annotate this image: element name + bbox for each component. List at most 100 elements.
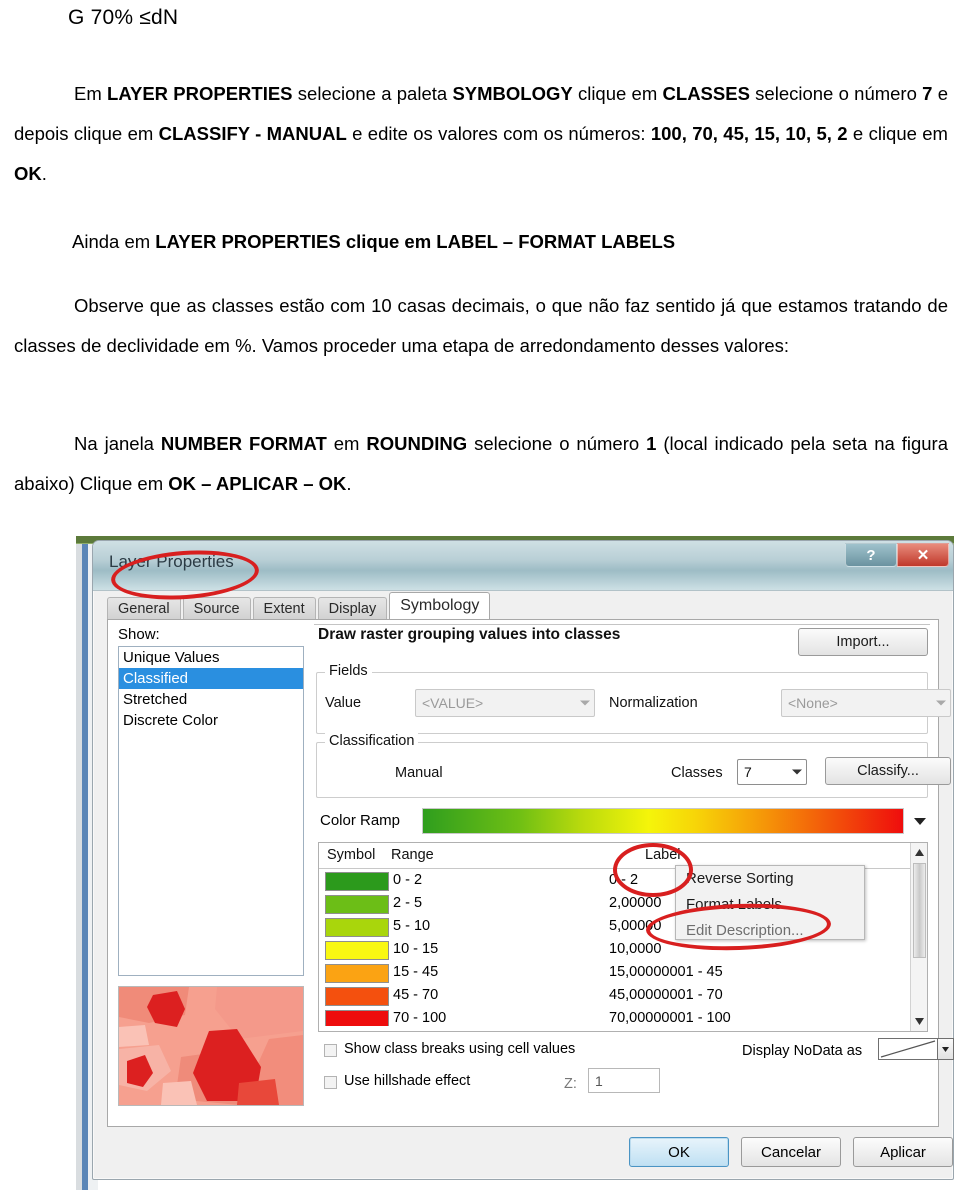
chevron-down-icon[interactable] — [914, 818, 926, 825]
value-combo[interactable]: <VALUE> — [415, 689, 595, 717]
z-field[interactable]: 1 — [588, 1068, 660, 1093]
menu-item-edit-description[interactable]: Edit Description... — [676, 918, 864, 944]
class-swatch[interactable] — [325, 941, 389, 960]
nodata-dropdown-arrow[interactable] — [938, 1038, 954, 1060]
class-swatch[interactable] — [325, 987, 389, 1006]
text-run-bold: LAYER PROPERTIES — [107, 83, 293, 104]
close-icon[interactable]: ✕ — [897, 543, 949, 567]
table-row[interactable]: 15 - 45 15,00000001 - 45 — [319, 962, 927, 985]
class-range: 0 - 2 — [393, 872, 423, 888]
tab-display[interactable]: Display — [317, 597, 388, 619]
raster-preview-svg — [119, 987, 303, 1105]
classes-label: Classes — [671, 765, 723, 781]
text-run-bold: NUMBER FORMAT — [160, 433, 327, 454]
text-run: selecione o número — [467, 433, 647, 454]
nodata-swatch[interactable] — [878, 1038, 938, 1060]
show-item-unique-values[interactable]: Unique Values — [119, 647, 303, 668]
ok-button[interactable]: OK — [629, 1137, 729, 1167]
z-label: Z: — [564, 1076, 577, 1092]
classification-method: Manual — [395, 765, 443, 781]
text-run: Ainda em — [72, 231, 156, 252]
color-ramp-preview[interactable] — [422, 808, 904, 834]
dialog-titlebar[interactable]: Layer Properties ? ✕ — [93, 541, 953, 591]
menu-item-reverse-sorting[interactable]: Reverse Sorting — [676, 866, 864, 892]
show-class-breaks-checkbox[interactable] — [324, 1044, 337, 1057]
normalization-label: Normalization — [609, 695, 698, 711]
text-run-bold: 7 — [922, 83, 933, 104]
class-range: 45 - 70 — [393, 987, 439, 1003]
text-run-bold: OK — [14, 163, 42, 184]
fields-group: Fields Value <VALUE> Normalization <None… — [316, 663, 951, 734]
tab-symbology[interactable]: Symbology — [389, 592, 491, 619]
window-buttons: ? ✕ — [845, 543, 949, 567]
class-label: 5,00000 — [609, 918, 662, 934]
show-item-classified[interactable]: Classified — [119, 668, 303, 689]
class-swatch[interactable] — [325, 1010, 389, 1026]
import-button[interactable]: Import... — [798, 628, 928, 656]
text-run-bold: CLASSIFY - MANUAL — [158, 123, 347, 144]
paragraph-2: Ainda em LAYER PROPERTIES clique em LABE… — [72, 222, 952, 262]
chevron-down-icon — [792, 769, 802, 775]
table-scrollbar[interactable] — [910, 843, 927, 1031]
paragraph-4: Na janela NUMBER FORMAT em ROUNDING sele… — [14, 424, 948, 504]
tab-general[interactable]: General — [107, 597, 181, 619]
text-run: selecione o número — [749, 83, 923, 104]
group-header: Draw raster grouping values into classes — [318, 626, 621, 643]
class-range: 15 - 45 — [393, 964, 439, 980]
show-list[interactable]: Unique Values Classified Stretched Discr… — [118, 646, 304, 976]
column-header-label[interactable]: Label — [645, 847, 680, 863]
menu-item-format-labels[interactable]: Format Labels... — [676, 892, 864, 918]
class-label: 15,00000001 - 45 — [609, 964, 723, 980]
show-item-discrete-color[interactable]: Discrete Color — [119, 710, 303, 731]
use-hillshade-checkbox[interactable] — [324, 1076, 337, 1089]
tab-source[interactable]: Source — [182, 597, 251, 619]
text-run: clique em — [572, 83, 663, 104]
class-swatch[interactable] — [325, 964, 389, 983]
color-ramp-label: Color Ramp — [320, 812, 401, 829]
cancel-button[interactable]: Cancelar — [741, 1137, 841, 1167]
class-label: 45,00000001 - 70 — [609, 987, 723, 1003]
text-run: . — [346, 473, 352, 494]
apply-button[interactable]: Aplicar — [853, 1137, 953, 1167]
text-run: e edite os valores com os números: — [346, 123, 651, 144]
scroll-up-icon[interactable] — [913, 846, 926, 859]
column-header-symbol[interactable]: Symbol — [327, 847, 375, 863]
show-item-stretched[interactable]: Stretched — [119, 689, 303, 710]
layer-properties-dialog: Layer Properties ? ✕ General Source Exte… — [92, 540, 954, 1180]
scroll-down-icon[interactable] — [913, 1015, 926, 1028]
column-header-range[interactable]: Range — [391, 847, 434, 863]
value-label: Value — [325, 695, 362, 711]
help-icon[interactable]: ? — [845, 543, 897, 567]
class-swatch[interactable] — [325, 918, 389, 937]
display-nodata-label: Display NoData as — [742, 1043, 863, 1059]
class-swatch[interactable] — [325, 872, 389, 891]
page-header: G 70% ≤dN — [68, 6, 179, 29]
text-run-bold: CLASSES — [662, 83, 750, 104]
paragraph-1: Em LAYER PROPERTIES selecione a paleta S… — [14, 74, 948, 194]
dialog-tabs: General Source Extent Display Symbology — [107, 592, 492, 619]
normalization-combo[interactable]: <None> — [781, 689, 951, 717]
table-row[interactable]: 45 - 70 45,00000001 - 70 — [319, 985, 927, 1008]
scrollbar-thumb[interactable] — [913, 863, 926, 958]
text-run-bold: OK – APLICAR – OK — [168, 473, 347, 494]
fields-legend: Fields — [325, 663, 372, 679]
text-run: em — [326, 433, 367, 454]
label-context-menu[interactable]: Reverse Sorting Format Labels... Edit De… — [675, 865, 865, 940]
text-run-bold: 100, 70, 45, 15, 10, 5, 2 — [650, 123, 848, 144]
embedded-screenshot: Layer Properties ? ✕ General Source Exte… — [76, 536, 954, 1190]
text-run-bold: SYMBOLOGY — [452, 83, 573, 104]
classification-legend: Classification — [325, 733, 419, 749]
text-run-bold: LAYER PROPERTIES clique em LABEL – FORMA… — [155, 231, 676, 252]
chevron-down-icon — [580, 700, 590, 706]
tab-extent[interactable]: Extent — [252, 597, 316, 619]
classes-combo[interactable]: 7 — [737, 759, 807, 785]
chevron-down-icon — [942, 1046, 949, 1052]
classify-button[interactable]: Classify... — [825, 757, 951, 785]
symbology-right-column: Draw raster grouping values into classes… — [314, 624, 954, 1122]
class-swatch[interactable] — [325, 895, 389, 914]
show-label: Show: — [118, 626, 160, 643]
table-row[interactable]: 70 - 100 70,00000001 - 100 — [319, 1008, 927, 1026]
group-divider — [314, 624, 930, 625]
dialog-footer: OK Cancelar Aplicar — [93, 1127, 953, 1179]
normalization-combo-text: <None> — [788, 695, 838, 711]
